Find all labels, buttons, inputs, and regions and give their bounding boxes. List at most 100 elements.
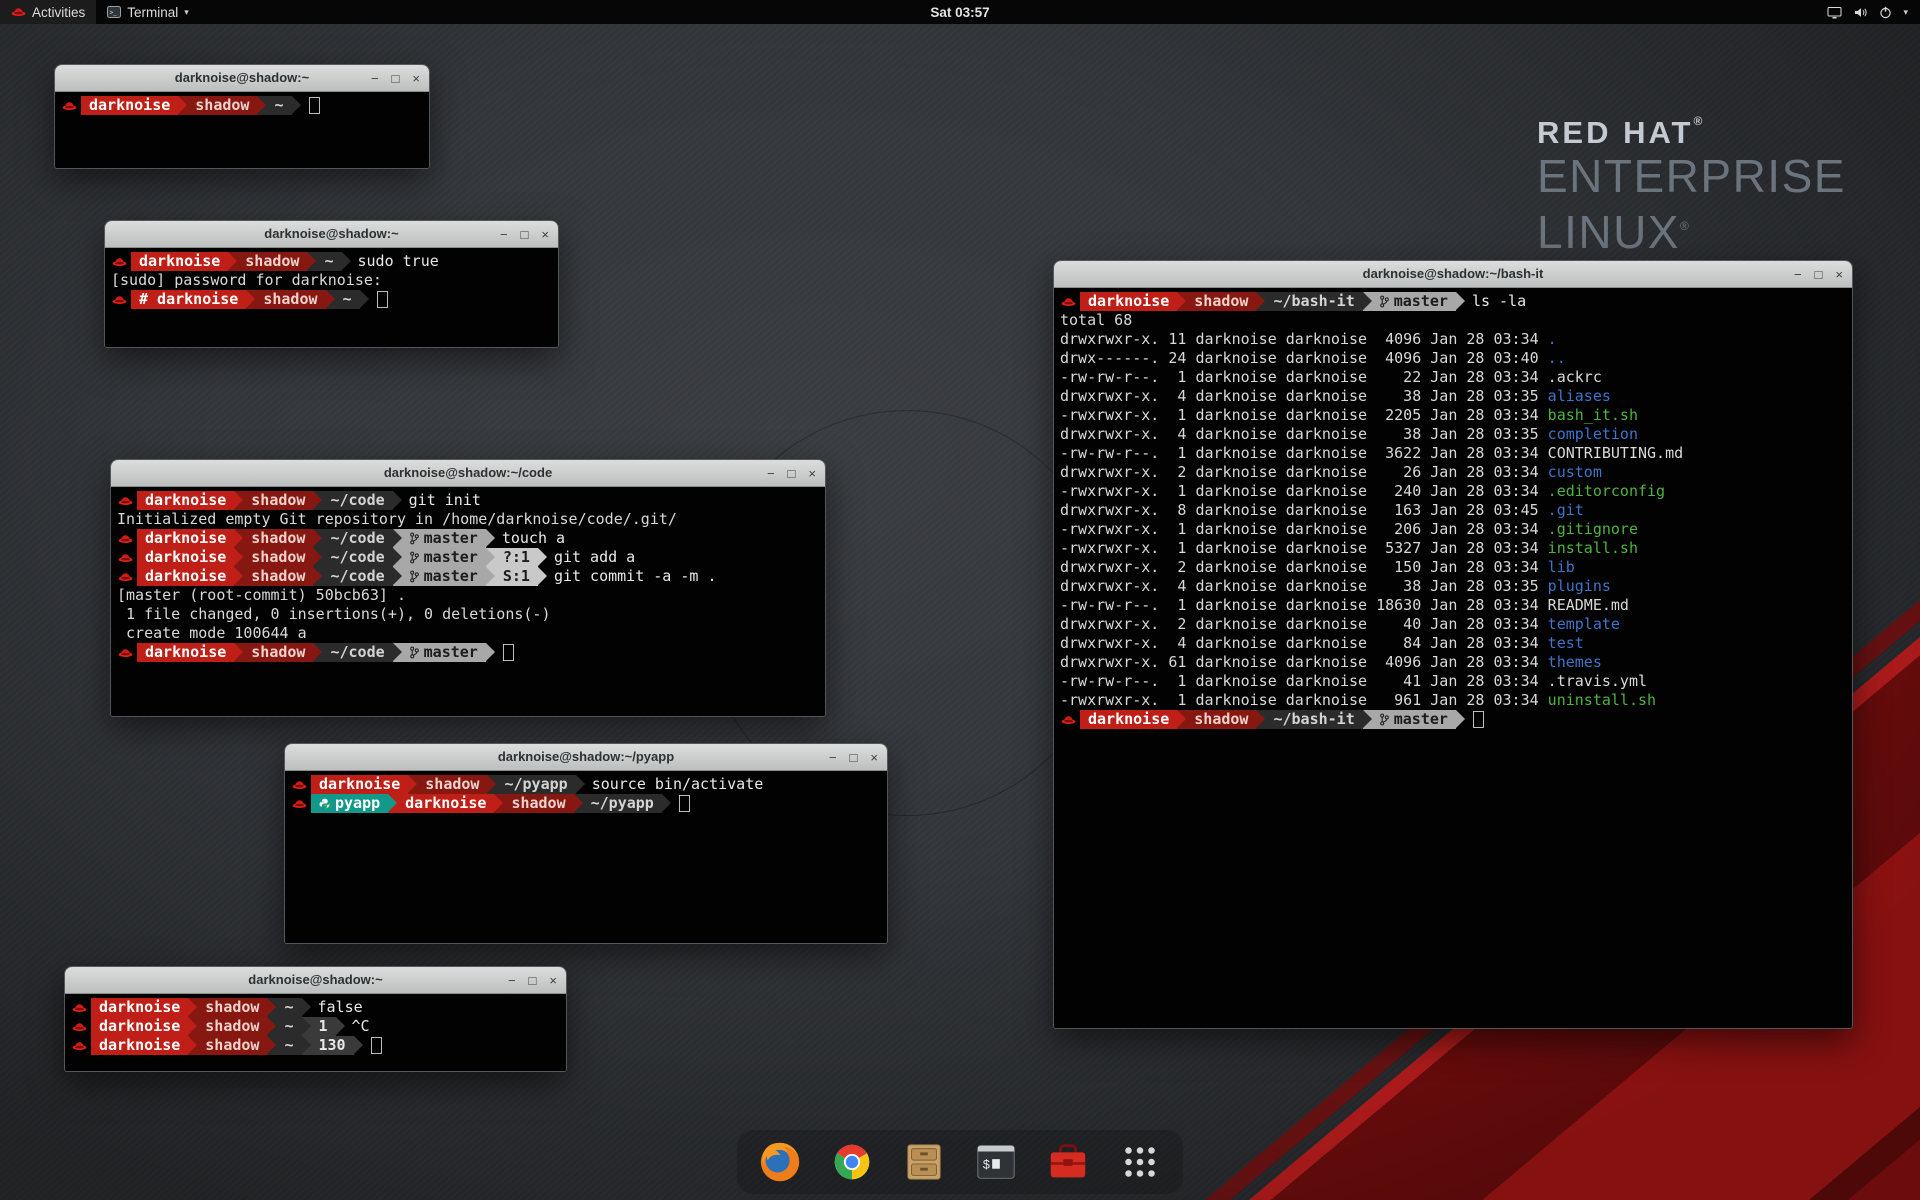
svg-text:$: $ [983, 1159, 990, 1173]
output-text: total 68 [1060, 311, 1132, 330]
toolbox-icon [1045, 1139, 1091, 1185]
minimize-button[interactable]: − [767, 467, 775, 480]
terminal-content[interactable]: darknoiseshadow~sudo true[sudo] password… [105, 248, 558, 347]
close-button[interactable]: × [808, 467, 816, 480]
prompt-segment-host: shadow [243, 643, 313, 662]
file-name: completion [1548, 425, 1638, 444]
powerline-arrow [234, 567, 243, 586]
file-name: .. [1548, 349, 1566, 368]
prompt-segment-git: master [402, 548, 486, 567]
output-line: drwxrwxr-x. 61 darknoise darknoise 4096 … [1060, 653, 1852, 672]
powerline-arrow [408, 775, 417, 794]
command-text: touch a [502, 529, 565, 548]
system-status-area[interactable]: ▾ [1815, 0, 1920, 24]
prompt-segment-host: shadow [197, 998, 267, 1017]
redhat-prompt-icon [1061, 714, 1076, 726]
app-grid-icon [1117, 1139, 1163, 1185]
window-titlebar[interactable]: darknoise@shadow:~/pyapp−□× [285, 744, 887, 771]
clock[interactable]: Sat 03:57 [920, 0, 999, 24]
prompt-segment-host: shadow [503, 794, 573, 813]
minimize-button[interactable]: − [829, 751, 837, 764]
file-name: .editorconfig [1548, 482, 1665, 501]
prompt-segment-user: # darknoise [131, 290, 246, 309]
file-name: .gitignore [1548, 520, 1638, 539]
powerline-arrow [246, 290, 255, 309]
minimize-button[interactable]: − [371, 72, 379, 85]
window-titlebar[interactable]: darknoise@shadow:~−□× [65, 967, 566, 994]
ls-row-meta: drwxrwxr-x. 2 darknoise darknoise 150 Ja… [1060, 558, 1548, 577]
close-button[interactable]: × [541, 228, 549, 241]
file-name: template [1548, 615, 1620, 634]
dock-item-terminal[interactable]: $ [973, 1139, 1019, 1185]
terminal-window-w4: darknoise@shadow:~/pyapp−□×darknoiseshad… [284, 743, 888, 944]
close-button[interactable]: × [549, 974, 557, 987]
terminal-content[interactable]: darknoiseshadow~ [55, 92, 429, 168]
close-button[interactable]: × [870, 751, 878, 764]
prompt-segment-user: darknoise [131, 252, 228, 271]
powerline-arrow [388, 794, 397, 813]
maximize-button[interactable]: □ [788, 467, 796, 480]
app-menu[interactable]: >_ Terminal ▾ [96, 0, 200, 24]
prompt-segment-host: shadow [243, 529, 313, 548]
terminal-content[interactable]: darknoiseshadow~/pyappsource bin/activat… [285, 771, 887, 943]
maximize-button[interactable]: □ [392, 72, 400, 85]
powerline-arrow [313, 643, 322, 662]
window-controls: −□ × [829, 744, 878, 770]
prompt-segment-gitstat: S:1 [495, 567, 538, 586]
dock-item-chrome[interactable] [829, 1139, 875, 1185]
powerline-arrow [486, 643, 495, 662]
maximize-button[interactable]: □ [529, 974, 537, 987]
maximize-button[interactable]: □ [1815, 268, 1823, 281]
output-text: create mode 100644 a [117, 624, 307, 643]
powerline-arrow [188, 998, 197, 1017]
prompt-segment-user: darknoise [397, 794, 494, 813]
dock-item-files[interactable] [901, 1139, 947, 1185]
powerline-arrow [234, 643, 243, 662]
window-titlebar[interactable]: darknoise@shadow:~−□× [55, 65, 429, 92]
terminal-content[interactable]: darknoiseshadow~/bash-itmasterls -latota… [1054, 288, 1852, 1028]
powerline-arrow [1363, 710, 1372, 729]
activities-button[interactable]: Activities [0, 0, 96, 24]
powerline-arrow [307, 252, 316, 271]
window-title: darknoise@shadow:~ [105, 221, 558, 247]
maximize-button[interactable]: □ [521, 228, 529, 241]
minimize-button[interactable]: − [508, 974, 516, 987]
window-controls: −□ × [767, 460, 816, 486]
window-titlebar[interactable]: darknoise@shadow:~−□ × [105, 221, 558, 248]
powerline-arrow [574, 794, 583, 813]
prompt-segment-git: master [1372, 710, 1456, 729]
powerline-arrow [538, 548, 547, 567]
output-line: [sudo] password for darknoise: [111, 271, 558, 290]
window-titlebar[interactable]: darknoise@shadow:~/code−□× [111, 460, 825, 487]
minimize-button[interactable]: − [1794, 268, 1802, 281]
ls-row-meta: drwxrwxr-x. 11 darknoise darknoise 4096 … [1060, 330, 1548, 349]
ls-row-meta: -rwxrwxr-x. 1 darknoise darknoise 961 Ja… [1060, 691, 1548, 710]
terminal-content[interactable]: darknoiseshadow~/codegit initInitialized… [111, 487, 825, 716]
brand-linux: LINUX® [1537, 201, 1846, 257]
powerline-arrow [302, 998, 311, 1017]
prompt-segment-user: darknoise [137, 567, 234, 586]
file-name: aliases [1548, 387, 1611, 406]
prompt-line: darknoiseshadow~/codegit init [117, 491, 825, 510]
volume-icon [1853, 6, 1868, 19]
powerline-arrow [1256, 710, 1265, 729]
close-button[interactable]: × [1835, 268, 1843, 281]
dock-item-toolbox[interactable] [1045, 1139, 1091, 1185]
minimize-button[interactable]: − [500, 228, 508, 241]
terminal-cursor [1473, 711, 1484, 728]
dock-item-firefox[interactable] [757, 1139, 803, 1185]
ls-row-meta: drwxrwxr-x. 4 darknoise darknoise 38 Jan… [1060, 387, 1548, 406]
powerline-arrow [188, 1017, 197, 1036]
output-line: drwxrwxr-x. 2 darknoise darknoise 150 Ja… [1060, 558, 1852, 577]
redhat-prompt-icon [118, 647, 133, 659]
prompt-line: darknoiseshadow~/bash-itmasterls -la [1060, 292, 1852, 311]
window-titlebar[interactable]: darknoise@shadow:~/bash-it−□× [1054, 261, 1852, 288]
output-line: -rwxrwxr-x. 1 darknoise darknoise 961 Ja… [1060, 691, 1852, 710]
close-button[interactable]: × [412, 72, 420, 85]
prompt-segment-user: darknoise [81, 96, 178, 115]
dock-item-app-grid[interactable] [1117, 1139, 1163, 1185]
prompt-line: darknoiseshadow~/codemastertouch a [117, 529, 825, 548]
terminal-content[interactable]: darknoiseshadow~falsedarknoiseshadow~1^C… [65, 994, 566, 1071]
prompt-segment-user: darknoise [311, 775, 408, 794]
maximize-button[interactable]: □ [850, 751, 858, 764]
